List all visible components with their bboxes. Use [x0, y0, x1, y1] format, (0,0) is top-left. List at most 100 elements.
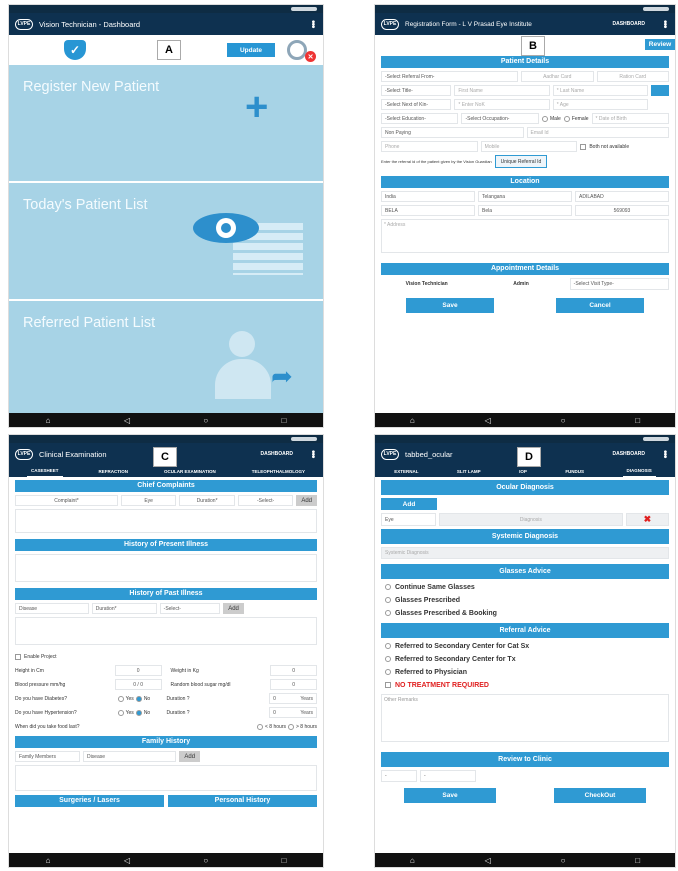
add-disease-button[interactable]: Add [223, 603, 244, 614]
email-field[interactable]: Email Id [526, 127, 669, 138]
referral-option[interactable]: Referred to Physician [385, 667, 665, 677]
referral-option[interactable]: Referred to Secondary Center for Tx [385, 654, 665, 664]
up-icon[interactable]: ⌂ [410, 856, 415, 865]
tab-teleophthalmology[interactable]: TELEOPHTHALMOLOGY [252, 469, 305, 474]
checkout-button[interactable]: CheckOut [554, 788, 646, 803]
up-icon[interactable]: ⌂ [46, 856, 51, 865]
disease-select[interactable]: Disease [15, 603, 89, 614]
glasses-option[interactable]: Glasses Prescribed & Booking [385, 608, 665, 618]
diagnosis-field[interactable]: Diagnosis [438, 513, 623, 526]
tab-iop[interactable]: IOP [519, 469, 527, 474]
age-field[interactable]: * Age [552, 99, 648, 110]
weight-field[interactable]: 0 [270, 665, 317, 676]
hypertension-duration-field[interactable]: 0 Years [269, 707, 317, 718]
present-illness-field[interactable] [15, 554, 317, 582]
save-button[interactable]: Save [406, 298, 494, 313]
tab-external[interactable]: EXTERNAL [394, 469, 418, 474]
mandal-select[interactable]: BELA [381, 205, 475, 216]
remove-icon[interactable]: ✖ [625, 513, 669, 526]
last-name-field[interactable]: * Last Name [552, 85, 648, 96]
cancel-button[interactable]: Cancel [556, 298, 644, 313]
review-period-select[interactable]: - [381, 770, 417, 782]
payment-select[interactable]: Non Paying [381, 127, 524, 138]
gender-male-radio[interactable]: Male [541, 113, 561, 124]
eye-select[interactable]: Eye [381, 513, 436, 526]
address-field[interactable]: * Address [381, 219, 669, 253]
complaint-select[interactable]: Complaint* [15, 495, 118, 506]
overflow-menu-icon[interactable]: ••• [307, 20, 318, 28]
tab-diagnosis[interactable]: DIAGNOSIS [622, 465, 656, 478]
back-icon[interactable]: ◁ [485, 856, 491, 865]
overflow-menu-icon[interactable]: ••• [659, 450, 670, 458]
eye-select[interactable]: Eye [120, 495, 177, 506]
back-icon[interactable]: ◁ [124, 416, 130, 425]
duration-unit-select[interactable]: -Select- [237, 495, 294, 506]
overflow-menu-icon[interactable]: ••• [659, 20, 670, 28]
aadhar-field[interactable]: Aadhar Card [521, 71, 594, 82]
height-field[interactable]: 0 [114, 665, 162, 676]
ration-card-field[interactable]: Ration Card [596, 71, 669, 82]
first-name-field[interactable]: First Name [454, 85, 550, 96]
save-button[interactable]: Save [404, 788, 496, 803]
referral-option[interactable]: Referred to Secondary Center for Cat Sx [385, 641, 665, 651]
mobile-field[interactable]: Mobile [480, 141, 578, 152]
diabetes-radio[interactable]: Yes No [117, 693, 158, 704]
back-icon[interactable]: ◁ [124, 856, 130, 865]
enable-project-checkbox[interactable]: Enable Project [15, 651, 57, 662]
recents-icon[interactable]: □ [281, 416, 286, 425]
home-icon[interactable]: ○ [561, 856, 566, 865]
hypertension-radio[interactable]: Yes No [117, 707, 158, 718]
referred-patient-list-tile[interactable]: Referred Patient List ➦ [9, 301, 323, 415]
duration-unit-select[interactable]: -Select- [159, 603, 221, 614]
food-radio[interactable]: < 8 hours > 8 hours [257, 721, 317, 732]
country-select[interactable]: India [381, 191, 475, 202]
family-members-select[interactable]: Family Members [15, 751, 80, 762]
add-complaint-button[interactable]: Add [296, 495, 318, 506]
systemic-diagnosis-field[interactable]: Systemic Diagnosis [381, 547, 669, 559]
unique-referral-button[interactable]: Unique Referral Id [494, 155, 548, 168]
dashboard-link[interactable]: DASHBOARD [613, 21, 646, 27]
back-icon[interactable]: ◁ [485, 416, 491, 425]
dashboard-link[interactable]: DASHBOARD [613, 451, 646, 457]
gender-female-radio[interactable]: Female [563, 113, 589, 124]
review-unit-select[interactable]: - [420, 770, 476, 782]
no-treatment-checkbox[interactable]: NO TREATMENT REQUIRED [385, 680, 665, 690]
up-icon[interactable]: ⌂ [410, 416, 415, 425]
recents-icon[interactable]: □ [635, 416, 640, 425]
add-diagnosis-button[interactable]: Add [381, 498, 437, 510]
home-icon[interactable]: ○ [203, 416, 208, 425]
dob-field[interactable]: * Date of Birth [591, 113, 669, 124]
phone-field[interactable]: Phone [381, 141, 478, 152]
home-icon[interactable]: ○ [203, 856, 208, 865]
district-select[interactable]: ADILABAD [575, 191, 669, 202]
recents-icon[interactable]: □ [635, 856, 640, 865]
update-button[interactable]: Update [227, 43, 275, 57]
tab-refraction[interactable]: REFRACTION [99, 469, 129, 474]
duration-field[interactable]: Duration* [91, 603, 157, 614]
state-select[interactable]: Telangana [478, 191, 572, 202]
family-disease-select[interactable]: Disease [82, 751, 177, 762]
review-button[interactable]: Review [645, 39, 675, 50]
pincode-field[interactable]: 569093 [575, 205, 669, 216]
glasses-option[interactable]: Glasses Prescribed [385, 595, 665, 605]
tab-casesheet[interactable]: CASESHEET [27, 465, 63, 478]
recents-icon[interactable]: □ [281, 856, 286, 865]
overflow-menu-icon[interactable]: ••• [307, 450, 318, 458]
both-not-available-checkbox[interactable]: Both not available [580, 141, 669, 152]
qr-code-icon[interactable] [651, 85, 669, 96]
sync-icon[interactable] [287, 40, 307, 60]
title-select[interactable]: -Select Title- [381, 85, 452, 96]
occupation-select[interactable]: -Select Occupation- [461, 113, 539, 124]
tab-slit-lamp[interactable]: SLIT LAMP [457, 469, 481, 474]
nok-field[interactable]: * Enter NoK [454, 99, 550, 110]
bp-field[interactable]: 0 / 0 [114, 679, 162, 690]
add-family-button[interactable]: Add [179, 751, 201, 762]
next-of-kin-select[interactable]: -Select Next of Kin- [381, 99, 452, 110]
register-new-patient-tile[interactable]: Register New Patient + [9, 65, 323, 181]
diabetes-duration-field[interactable]: 0 Years [269, 693, 317, 704]
education-select[interactable]: -Select Education- [381, 113, 459, 124]
rbs-field[interactable]: 0 [270, 679, 317, 690]
visit-type-select[interactable]: -Select Visit Type- [569, 278, 669, 290]
tab-fundus[interactable]: FUNDUS [565, 469, 584, 474]
duration-field[interactable]: Duration* [179, 495, 235, 506]
